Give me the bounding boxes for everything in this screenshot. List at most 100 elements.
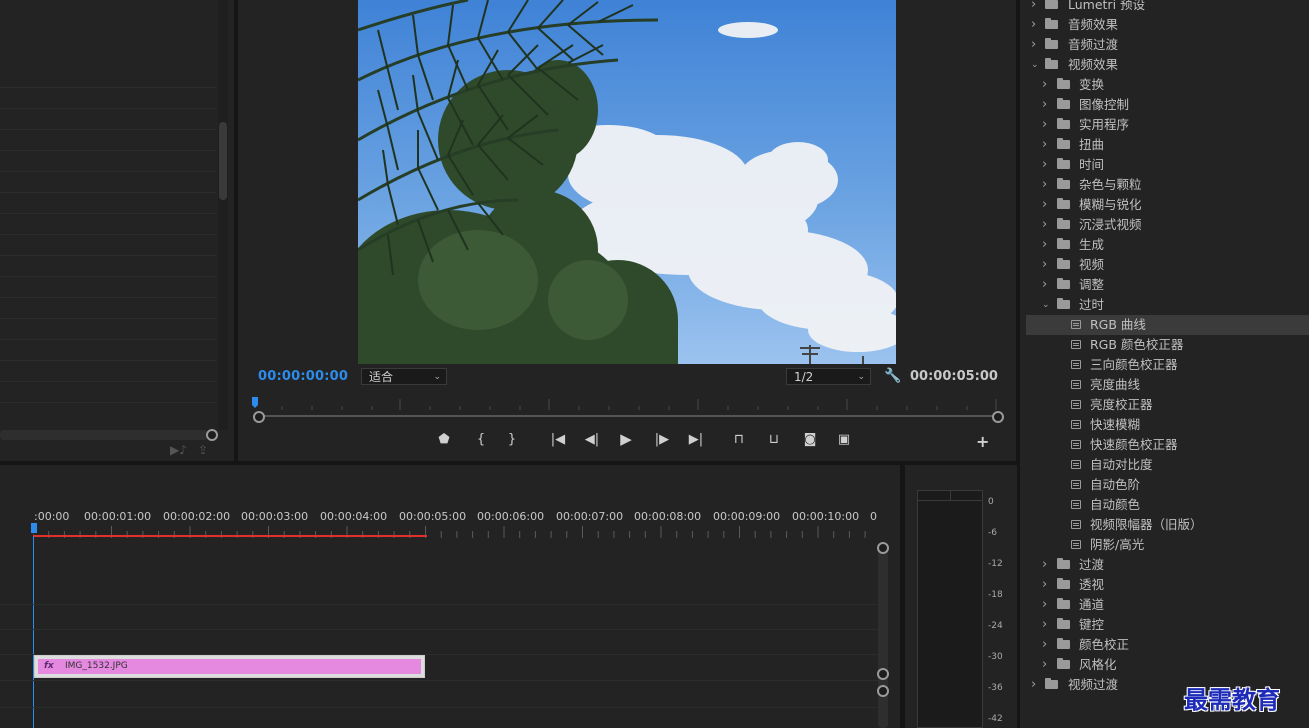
effects-row-label: 视频: [1079, 257, 1105, 272]
effect-item-row[interactable]: 快速模糊: [1026, 415, 1309, 435]
effects-folder-row[interactable]: › 通道: [1026, 595, 1309, 615]
chevron-right-icon[interactable]: ›: [1042, 215, 1047, 235]
monitor-zoom-bar[interactable]: [258, 415, 997, 417]
effect-item-row[interactable]: 亮度曲线: [1026, 375, 1309, 395]
effects-folder-row[interactable]: › 杂色与颗粒: [1026, 175, 1309, 195]
effects-folder-row[interactable]: › 透视: [1026, 575, 1309, 595]
effects-folder-row[interactable]: › 视频: [1026, 255, 1309, 275]
effect-icon: [1071, 420, 1081, 429]
effects-row-label: 沉浸式视频: [1079, 217, 1142, 232]
chevron-right-icon[interactable]: ›: [1042, 135, 1047, 155]
playback-resolution-select[interactable]: 1/2 ⌄: [786, 368, 871, 385]
effects-folder-row[interactable]: › 变换: [1026, 75, 1309, 95]
mark-in-icon[interactable]: {: [471, 432, 491, 447]
effects-folder-row[interactable]: › 调整: [1026, 275, 1309, 295]
chevron-right-icon[interactable]: ›: [1042, 275, 1047, 295]
settings-wrench-icon[interactable]: 🔧: [884, 368, 901, 384]
effect-item-row[interactable]: 自动色阶: [1026, 475, 1309, 495]
chevron-down-icon[interactable]: ⌄: [1042, 295, 1050, 315]
effect-item-row[interactable]: 亮度校正器: [1026, 395, 1309, 415]
project-zoom-handle[interactable]: [206, 429, 218, 441]
zoom-fit-select[interactable]: 适合 ⌄: [361, 368, 447, 385]
timeline-scroll-bottom-handle[interactable]: [877, 668, 889, 680]
export-frame-camera-icon[interactable]: ◙: [800, 432, 820, 447]
audio-track-scroll-handle[interactable]: [877, 685, 889, 697]
effects-folder-row[interactable]: › 过渡: [1026, 555, 1309, 575]
effect-item-row[interactable]: RGB 曲线: [1026, 315, 1309, 335]
effect-item-row[interactable]: 快速颜色校正器: [1026, 435, 1309, 455]
chevron-right-icon[interactable]: ›: [1042, 75, 1047, 95]
monitor-zoom-start-handle[interactable]: [253, 411, 265, 423]
mark-out-icon[interactable]: }: [502, 432, 522, 447]
export-icon[interactable]: ⇪: [198, 443, 208, 457]
effects-folder-row[interactable]: › 图像控制: [1026, 95, 1309, 115]
effects-folder-row[interactable]: ⌄ 过时: [1026, 295, 1309, 315]
effects-folder-row[interactable]: › 模糊与锐化: [1026, 195, 1309, 215]
project-vertical-scrollbar[interactable]: [218, 0, 228, 430]
chevron-right-icon[interactable]: ›: [1042, 235, 1047, 255]
chevron-right-icon[interactable]: ›: [1042, 255, 1047, 275]
effects-folder-row[interactable]: › 音频过渡: [1026, 35, 1309, 55]
chevron-right-icon[interactable]: ›: [1042, 615, 1047, 635]
chevron-right-icon[interactable]: ›: [1042, 575, 1047, 595]
button-editor-plus-icon[interactable]: +: [976, 432, 989, 451]
effects-folder-row[interactable]: › 音频效果: [1026, 15, 1309, 35]
project-scroll-thumb[interactable]: [219, 122, 227, 200]
lift-icon[interactable]: ⊓: [729, 432, 749, 447]
effect-item-row[interactable]: 三向颜色校正器: [1026, 355, 1309, 375]
video-clip[interactable]: fx IMG_1532.JPG: [34, 655, 425, 678]
effect-item-row[interactable]: RGB 颜色校正器: [1026, 335, 1309, 355]
monitor-time-ruler[interactable]: [252, 397, 998, 411]
effects-row-label: RGB 曲线: [1090, 317, 1146, 332]
effect-item-row[interactable]: 自动颜色: [1026, 495, 1309, 515]
chevron-right-icon[interactable]: ›: [1042, 655, 1047, 675]
playhead-timecode[interactable]: 00:00:00:00: [258, 369, 348, 384]
chevron-right-icon[interactable]: ›: [1031, 15, 1036, 35]
duration-timecode: 00:00:05:00: [910, 369, 998, 384]
timeline-vertical-scrollbar[interactable]: [878, 547, 888, 728]
effect-item-row[interactable]: 阴影/高光: [1026, 535, 1309, 555]
timeline-scroll-top-handle[interactable]: [877, 542, 889, 554]
track-divider: [0, 604, 878, 605]
go-to-in-icon[interactable]: |◀: [548, 432, 568, 447]
effects-folder-row[interactable]: › 生成: [1026, 235, 1309, 255]
effects-folder-row[interactable]: › 实用程序: [1026, 115, 1309, 135]
play-icon[interactable]: ▶: [616, 430, 636, 448]
playhead-line[interactable]: [33, 536, 34, 728]
chevron-right-icon[interactable]: ›: [1031, 35, 1036, 55]
chevron-down-icon[interactable]: ⌄: [1031, 55, 1039, 75]
chevron-right-icon[interactable]: ›: [1042, 195, 1047, 215]
monitor-zoom-end-handle[interactable]: [992, 411, 1004, 423]
step-forward-icon[interactable]: |▶: [652, 432, 672, 447]
extract-icon[interactable]: ⊔: [764, 432, 784, 447]
effect-item-row[interactable]: 自动对比度: [1026, 455, 1309, 475]
go-to-out-icon[interactable]: ▶|: [686, 432, 706, 447]
chevron-right-icon[interactable]: ›: [1042, 115, 1047, 135]
chevron-right-icon[interactable]: ›: [1042, 595, 1047, 615]
effects-folder-row[interactable]: › 沉浸式视频: [1026, 215, 1309, 235]
chevron-right-icon[interactable]: ›: [1031, 675, 1036, 695]
step-back-icon[interactable]: ◀|: [582, 432, 602, 447]
effects-folder-row[interactable]: › 扭曲: [1026, 135, 1309, 155]
chevron-right-icon[interactable]: ›: [1042, 155, 1047, 175]
effects-folder-row[interactable]: › 时间: [1026, 155, 1309, 175]
chevron-right-icon[interactable]: ›: [1042, 555, 1047, 575]
effects-folder-row[interactable]: › 颜色校正: [1026, 635, 1309, 655]
playhead-handle[interactable]: [31, 523, 37, 533]
video-preview: [358, 0, 896, 364]
add-marker-icon[interactable]: ⬟: [434, 432, 454, 447]
automate-to-sequence-icon[interactable]: ▶♪: [170, 443, 187, 457]
effect-item-row[interactable]: 视频限幅器（旧版）: [1026, 515, 1309, 535]
chevron-right-icon[interactable]: ›: [1042, 175, 1047, 195]
chevron-right-icon[interactable]: ›: [1042, 635, 1047, 655]
effects-folder-row[interactable]: ⌄ 视频效果: [1026, 55, 1309, 75]
project-zoom-slider[interactable]: [0, 430, 208, 440]
chevron-right-icon[interactable]: ›: [1031, 0, 1036, 15]
comparison-view-icon[interactable]: ▣: [834, 432, 854, 447]
chevron-right-icon[interactable]: ›: [1042, 95, 1047, 115]
folder-icon: [1057, 578, 1070, 589]
effects-folder-row[interactable]: › 风格化: [1026, 655, 1309, 675]
effects-folder-row[interactable]: › Lumetri 预设: [1026, 0, 1309, 15]
work-area-bar[interactable]: [33, 535, 427, 537]
effects-folder-row[interactable]: › 键控: [1026, 615, 1309, 635]
